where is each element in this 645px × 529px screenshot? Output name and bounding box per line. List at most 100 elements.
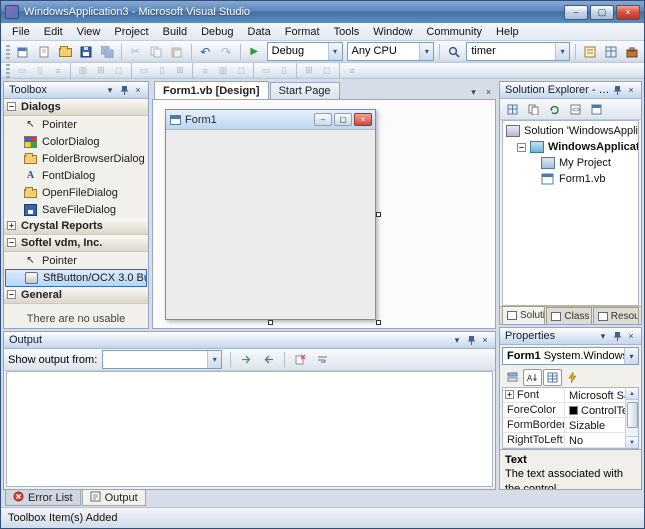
menu-item-build[interactable]: Build bbox=[156, 24, 194, 40]
properties-object-combo[interactable]: Form1 System.Windows.Forms.Fo ▾ bbox=[502, 347, 639, 365]
center-vertically-icon[interactable]: ▯ bbox=[275, 64, 293, 78]
alphabetical-icon[interactable]: A bbox=[523, 369, 542, 386]
new-project-button[interactable]: * bbox=[13, 42, 34, 61]
toolbox-item-openfiledialog[interactable]: OpenFileDialog bbox=[4, 184, 148, 201]
menu-item-tools[interactable]: Tools bbox=[327, 24, 367, 40]
form-designer-surface[interactable]: Form1 – ▢ × bbox=[152, 99, 496, 329]
save-button[interactable] bbox=[76, 42, 97, 61]
pin-icon[interactable] bbox=[610, 330, 624, 343]
toolbox-button[interactable] bbox=[621, 42, 642, 61]
window-position-icon[interactable]: ▾ bbox=[596, 330, 610, 343]
categorized-icon[interactable] bbox=[503, 369, 522, 386]
toolbar-grip[interactable] bbox=[6, 64, 10, 78]
property-row-formborderstyle[interactable]: FormBorderS Sizable bbox=[503, 418, 625, 433]
copy-button[interactable] bbox=[146, 42, 167, 61]
events-icon[interactable] bbox=[563, 369, 582, 386]
menu-item-data[interactable]: Data bbox=[241, 24, 278, 40]
tree-item-my-project[interactable]: My Project bbox=[503, 155, 638, 171]
pin-icon[interactable] bbox=[117, 84, 131, 97]
view-designer-icon[interactable] bbox=[587, 101, 606, 118]
property-row-forecolor[interactable]: ForeColor ControlText bbox=[503, 403, 625, 418]
minimize-button[interactable]: – bbox=[564, 5, 588, 20]
collapse-icon[interactable]: − bbox=[7, 290, 16, 299]
scrollbar-thumb[interactable] bbox=[627, 402, 638, 428]
dropdown-arrow-icon[interactable]: ▾ bbox=[419, 43, 433, 60]
tree-item-form1[interactable]: Form1.vb bbox=[503, 171, 638, 187]
property-row-font[interactable]: +Font Microsoft Sans Ser bbox=[503, 388, 625, 403]
menu-item-debug[interactable]: Debug bbox=[194, 24, 240, 40]
scroll-down-icon[interactable]: ▼ bbox=[626, 436, 638, 448]
form-client-area[interactable] bbox=[166, 130, 375, 319]
toolbar-grip[interactable] bbox=[6, 45, 10, 59]
undo-button[interactable]: ↶ bbox=[195, 42, 216, 61]
horizontal-spacing-icon[interactable]: ≡ bbox=[196, 64, 214, 78]
properties-window-button[interactable] bbox=[600, 42, 621, 61]
align-rights-icon[interactable]: ≡ bbox=[49, 64, 67, 78]
vertical-spacing-icon[interactable]: ▥ bbox=[214, 64, 232, 78]
property-row-righttoleftlayout[interactable]: RightToLeftL False bbox=[503, 448, 625, 449]
add-item-button[interactable] bbox=[34, 42, 55, 61]
menu-item-edit[interactable]: Edit bbox=[37, 24, 70, 40]
open-file-button[interactable] bbox=[55, 42, 76, 61]
toolbox-category-crystal-reports[interactable]: + Crystal Reports bbox=[4, 218, 148, 235]
dropdown-arrow-icon[interactable]: ▾ bbox=[624, 348, 638, 364]
menu-item-window[interactable]: Window bbox=[366, 24, 419, 40]
collapse-icon[interactable]: − bbox=[7, 238, 16, 247]
menu-item-view[interactable]: View bbox=[70, 24, 108, 40]
word-wrap-icon[interactable] bbox=[313, 351, 332, 368]
close-icon[interactable]: × bbox=[131, 84, 145, 97]
goto-message-icon[interactable] bbox=[237, 351, 256, 368]
resize-handle-bottom[interactable] bbox=[268, 320, 273, 325]
toolbox-item-fontdialog[interactable]: A FontDialog bbox=[4, 167, 148, 184]
paste-button[interactable] bbox=[167, 42, 188, 61]
view-code-icon[interactable]: <> bbox=[566, 101, 585, 118]
make-same-width-icon[interactable]: ▭ bbox=[135, 64, 153, 78]
align-middles-icon[interactable]: ⊞ bbox=[92, 64, 110, 78]
toolbox-item-pointer-softel[interactable]: ↖ Pointer bbox=[4, 252, 148, 269]
solution-explorer-button[interactable] bbox=[579, 42, 600, 61]
active-files-icon[interactable]: ▾ bbox=[466, 85, 481, 99]
cut-button[interactable]: ✂ bbox=[125, 42, 146, 61]
solution-configurations-combo[interactable]: Debug ▾ bbox=[267, 42, 343, 61]
find-icon[interactable] bbox=[443, 42, 464, 61]
center-horizontally-icon[interactable]: ▭ bbox=[257, 64, 275, 78]
window-position-icon[interactable]: ▾ bbox=[450, 334, 464, 347]
bring-to-front-icon[interactable]: ⊞ bbox=[300, 64, 318, 78]
designed-form[interactable]: Form1 – ▢ × bbox=[165, 109, 376, 320]
property-grid-scrollbar[interactable]: ▲ ▼ bbox=[625, 388, 638, 448]
start-debugging-button[interactable]: ▶ bbox=[244, 42, 265, 61]
toolbox-item-folderbrowserdialog[interactable]: FolderBrowserDialog bbox=[4, 150, 148, 167]
goto-previous-message-icon[interactable] bbox=[259, 351, 278, 368]
property-value[interactable]: Microsoft Sans Ser bbox=[565, 388, 625, 402]
tab-form1-design[interactable]: Form1.vb [Design] bbox=[154, 81, 269, 99]
properties-view-icon[interactable] bbox=[543, 369, 562, 386]
window-position-icon[interactable]: ▾ bbox=[103, 84, 117, 97]
toolbox-item-sftbutton[interactable]: SftButton/OCX 3.0 Button ... bbox=[5, 269, 147, 287]
output-source-combo[interactable]: ▾ bbox=[102, 350, 222, 369]
toolbox-category-dialogs[interactable]: − Dialogs bbox=[4, 99, 148, 116]
align-lefts-icon[interactable]: ▭ bbox=[13, 64, 31, 78]
toolbox-item-pointer[interactable]: ↖ Pointer bbox=[4, 116, 148, 133]
dropdown-arrow-icon[interactable]: ▾ bbox=[555, 43, 569, 60]
make-same-height-icon[interactable]: ▯ bbox=[153, 64, 171, 78]
remove-spacing-icon[interactable]: ◻ bbox=[232, 64, 250, 78]
make-same-size-icon[interactable]: ⊞ bbox=[171, 64, 189, 78]
output-content[interactable] bbox=[6, 371, 493, 487]
expand-icon[interactable]: + bbox=[7, 221, 16, 230]
property-value[interactable]: ControlText bbox=[565, 403, 625, 417]
maximize-button[interactable]: ▢ bbox=[590, 5, 614, 20]
expand-icon[interactable]: + bbox=[505, 390, 514, 399]
menu-item-community[interactable]: Community bbox=[419, 24, 489, 40]
tab-class-view[interactable]: Class ... bbox=[546, 307, 591, 324]
tree-item-project[interactable]: − WindowsApplication3 bbox=[503, 139, 638, 155]
menu-item-file[interactable]: File bbox=[5, 24, 37, 40]
align-centers-icon[interactable]: ▯ bbox=[31, 64, 49, 78]
menu-item-project[interactable]: Project bbox=[107, 24, 155, 40]
dropdown-arrow-icon[interactable]: ▾ bbox=[328, 43, 342, 60]
menu-item-help[interactable]: Help bbox=[489, 24, 526, 40]
clear-all-icon[interactable] bbox=[291, 351, 310, 368]
close-icon[interactable]: × bbox=[478, 334, 492, 347]
close-icon[interactable]: × bbox=[624, 84, 638, 97]
solution-explorer-titlebar[interactable]: Solution Explorer - Solutio... × bbox=[500, 82, 641, 99]
toolbox-titlebar[interactable]: Toolbox ▾ × bbox=[4, 82, 148, 99]
